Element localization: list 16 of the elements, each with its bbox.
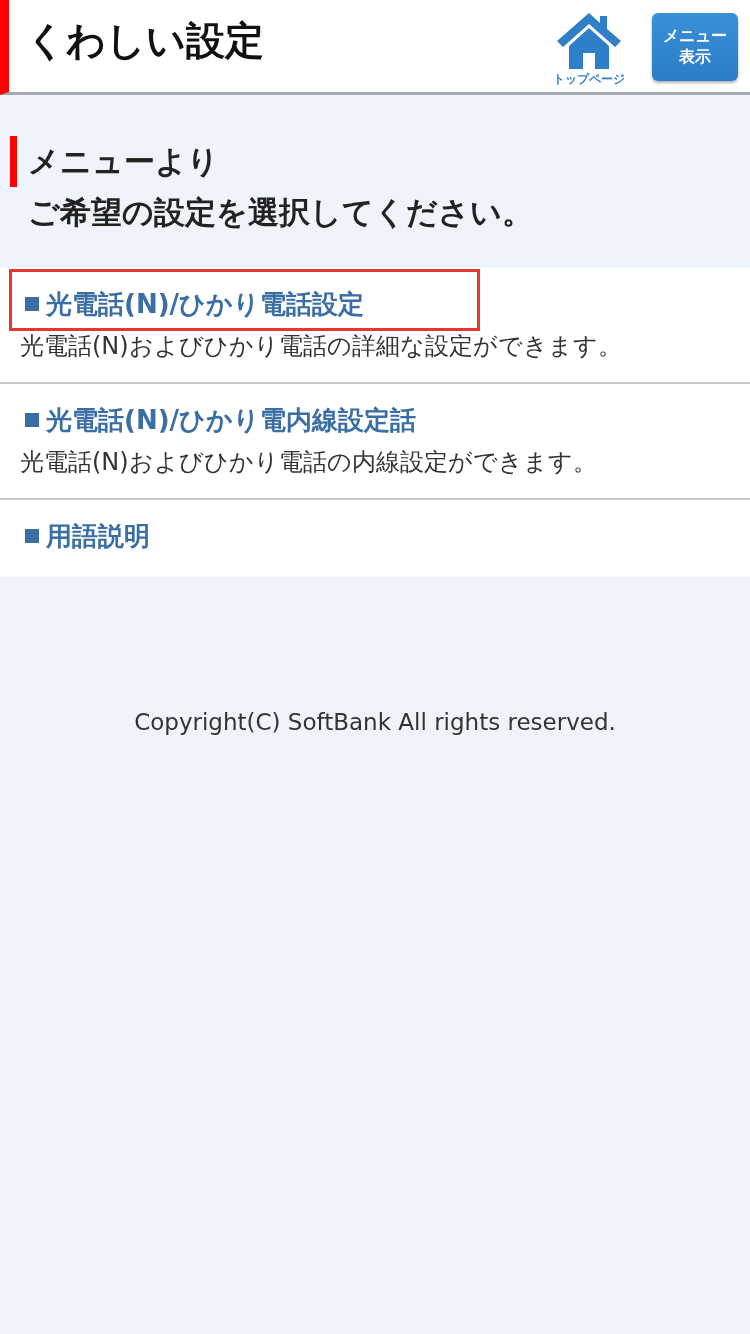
top-page-label: トップページ xyxy=(553,70,625,88)
top-page-link[interactable]: トップページ xyxy=(549,10,629,88)
instruction-text: ご希望の設定を選択してください。 xyxy=(27,193,534,232)
page-title: くわしい設定 xyxy=(26,17,265,65)
copyright-text: Copyright(C) SoftBank All rights reserved. xyxy=(134,708,616,736)
square-bullet-icon xyxy=(25,297,39,311)
section-heading: メニューより xyxy=(10,136,750,187)
home-icon xyxy=(555,10,623,69)
menu-item-description: 光電話(N)およびひかり電話の内線設定ができます。 xyxy=(20,447,598,478)
menu-item-link[interactable]: 光電話(N)/ひかり電話設定 xyxy=(20,287,365,321)
square-bullet-icon xyxy=(25,529,39,543)
menu-item-description: 光電話(N)およびひかり電話の詳細な設定ができます。 xyxy=(20,331,623,362)
menu-item-link[interactable]: 用語説明 xyxy=(20,519,150,553)
menu-item-link[interactable]: 光電話(N)/ひかり電内線設定話 xyxy=(20,403,417,437)
square-bullet-icon xyxy=(25,413,39,427)
menu-button[interactable]: メニュー 表示 xyxy=(652,13,738,81)
